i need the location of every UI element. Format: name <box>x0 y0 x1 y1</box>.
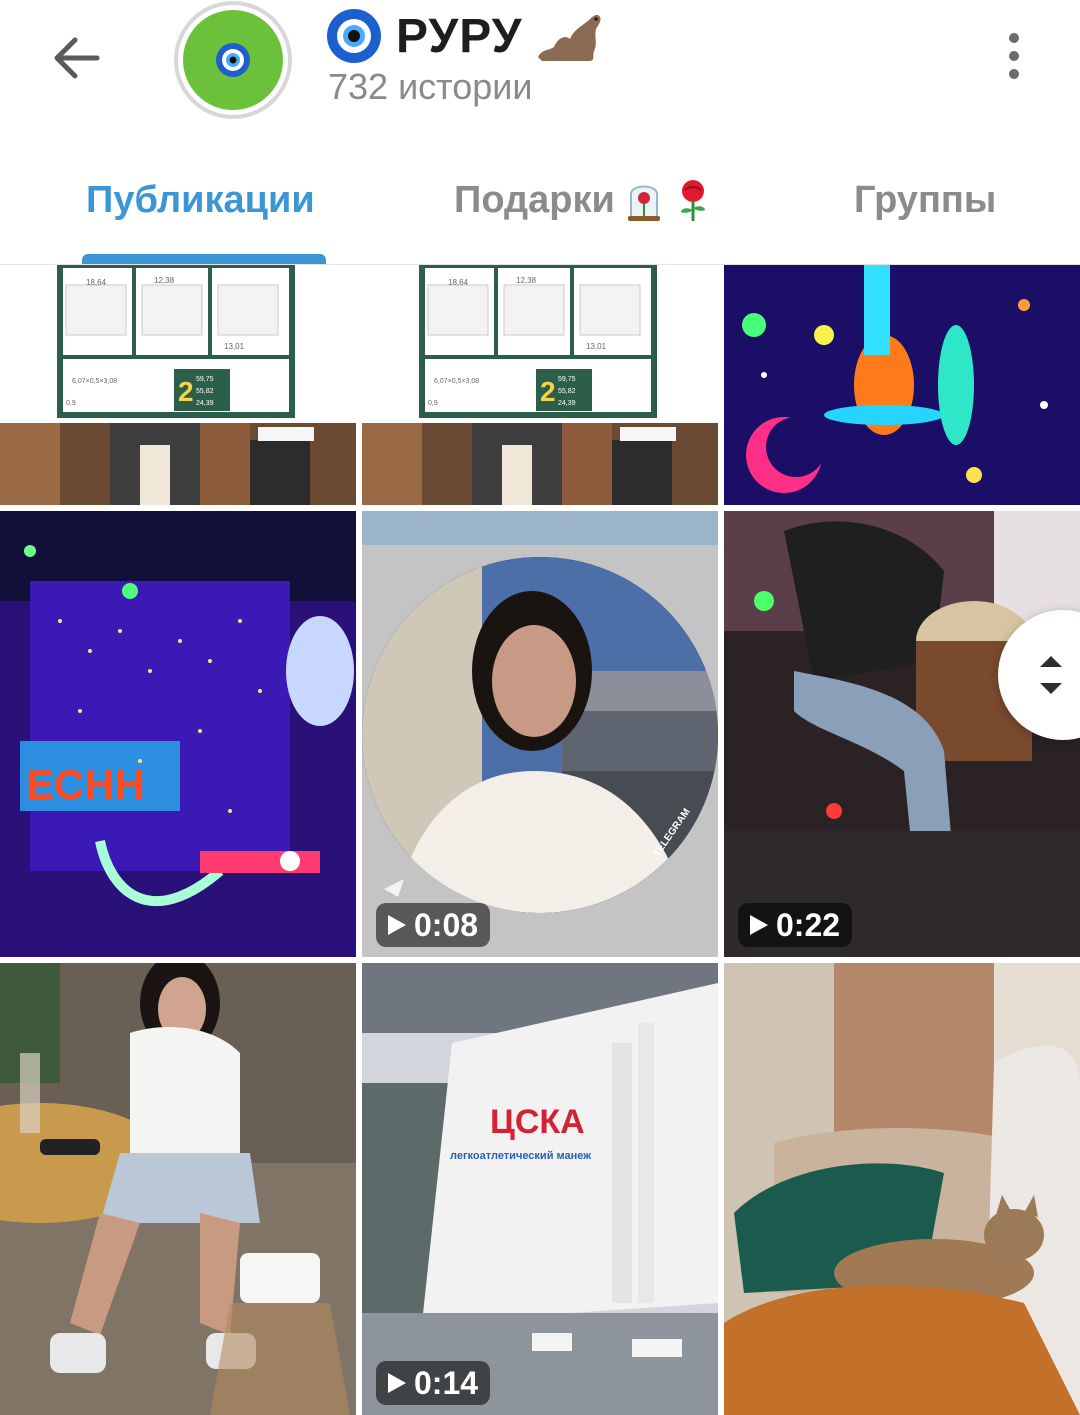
plan-label: 0,9 <box>428 400 438 407</box>
tab-label: Группы <box>854 178 997 221</box>
scroll-up-down-icon <box>1040 656 1062 694</box>
tab-publications[interactable]: Публикации <box>86 170 315 230</box>
building-sign-text: ЦСКА <box>490 1103 585 1141</box>
video-duration-badge: 0:22 <box>738 903 853 947</box>
plan-label: 6,07×0,5×3,08 <box>434 378 479 385</box>
plan-label: 24,39 <box>196 400 214 407</box>
video-duration: 0:08 <box>414 906 479 943</box>
rose-dome-icon <box>627 185 660 221</box>
plan-label: 55,82 <box>558 388 576 395</box>
plan-label: 18,64 <box>448 278 469 287</box>
grid-item-floorplan[interactable]: 2 59,75 55,82 24,39 18,64 12,38 13,01 6,… <box>0 265 356 505</box>
grid-item-neon-room[interactable]: ЕСНН <box>0 511 356 957</box>
grid-item-neon-space[interactable] <box>724 265 1080 505</box>
avatar-image <box>183 10 283 110</box>
active-tab-indicator <box>82 254 326 264</box>
tab-groups[interactable]: Группы <box>854 170 996 230</box>
neon-sign-text: ЕСНН <box>26 761 145 808</box>
avatar[interactable] <box>174 1 292 119</box>
drummer-image <box>724 511 1080 957</box>
grid-item-cat-sofa[interactable] <box>724 963 1080 1415</box>
round-video-image: TELEGRAM <box>362 511 718 957</box>
plan-label: 6,07×0,5×3,08 <box>72 378 117 385</box>
grid-item-drummer[interactable]: 0:22 <box>724 511 1080 957</box>
plan-label: 18,64 <box>86 278 107 287</box>
arrow-left-icon <box>54 37 100 79</box>
grid-item-floorplan[interactable]: 2 59,75 55,82 24,39 18,64 12,38 13,01 6,… <box>362 265 718 505</box>
plan-label: 55,82 <box>196 388 214 395</box>
profile-name: РУРУ <box>396 9 523 63</box>
media-grid: 2 59,75 55,82 24,39 18,64 12,38 13,01 6,… <box>0 265 1080 1415</box>
floor-plan-image: 2 59,75 55,82 24,39 18,64 12,38 13,01 6,… <box>362 265 718 505</box>
more-vertical-icon <box>1009 33 1019 43</box>
more-button[interactable] <box>990 26 1038 86</box>
cat-sofa-image <box>724 963 1080 1415</box>
video-duration-badge: 0:08 <box>376 903 491 947</box>
plan-label: 13,01 <box>224 342 245 351</box>
play-icon <box>388 1373 406 1393</box>
plan-rooms: 2 <box>540 376 556 407</box>
video-duration-badge: 0:14 <box>376 1361 491 1405</box>
tab-label: Публикации <box>86 178 315 221</box>
floor-plan-image: 2 59,75 55,82 24,39 18,64 12,38 13,01 6,… <box>0 265 356 505</box>
stories-count: 732 истории <box>328 66 533 107</box>
more-dot <box>1009 69 1019 79</box>
grid-item-round-video[interactable]: TELEGRAM 0:08 <box>362 511 718 957</box>
plan-label: 12,38 <box>516 276 537 285</box>
rose-icon <box>680 180 705 221</box>
neon-space-image <box>724 265 1080 505</box>
play-icon <box>388 915 406 935</box>
neon-room-image: ЕСНН <box>0 511 356 957</box>
plan-label: 59,75 <box>196 376 214 383</box>
grid-item-building[interactable]: ЦСКА легкоатлетический манеж 0:14 <box>362 963 718 1415</box>
plan-label: 12,38 <box>154 276 175 285</box>
profile-title: РУРУ <box>326 6 604 66</box>
plan-label: 24,39 <box>558 400 576 407</box>
plan-label: 59,75 <box>558 376 576 383</box>
video-duration: 0:22 <box>776 906 841 943</box>
woman-table-image <box>0 963 356 1415</box>
back-button[interactable] <box>40 22 112 94</box>
plan-rooms: 2 <box>178 376 194 407</box>
tab-label: Подарки <box>454 178 615 221</box>
tab-gifts[interactable]: Подарки <box>454 170 713 230</box>
app-header: РУРУ 732 истории <box>0 0 1080 120</box>
grid-item-woman-table[interactable] <box>0 963 356 1415</box>
nazar-amulet-icon <box>327 9 381 63</box>
plan-label: 0,9 <box>66 400 76 407</box>
profile-tabs: Публикации Подарки Группы <box>0 140 1080 265</box>
plan-label: 13,01 <box>586 342 607 351</box>
evil-eye-icon <box>216 43 250 77</box>
camel-icon <box>538 14 602 61</box>
video-duration: 0:14 <box>414 1364 479 1401</box>
building-image: ЦСКА легкоатлетический манеж <box>362 963 718 1415</box>
more-dot <box>1009 51 1019 61</box>
building-sign-subtext: легкоатлетический манеж <box>450 1150 591 1162</box>
play-icon <box>750 915 768 935</box>
